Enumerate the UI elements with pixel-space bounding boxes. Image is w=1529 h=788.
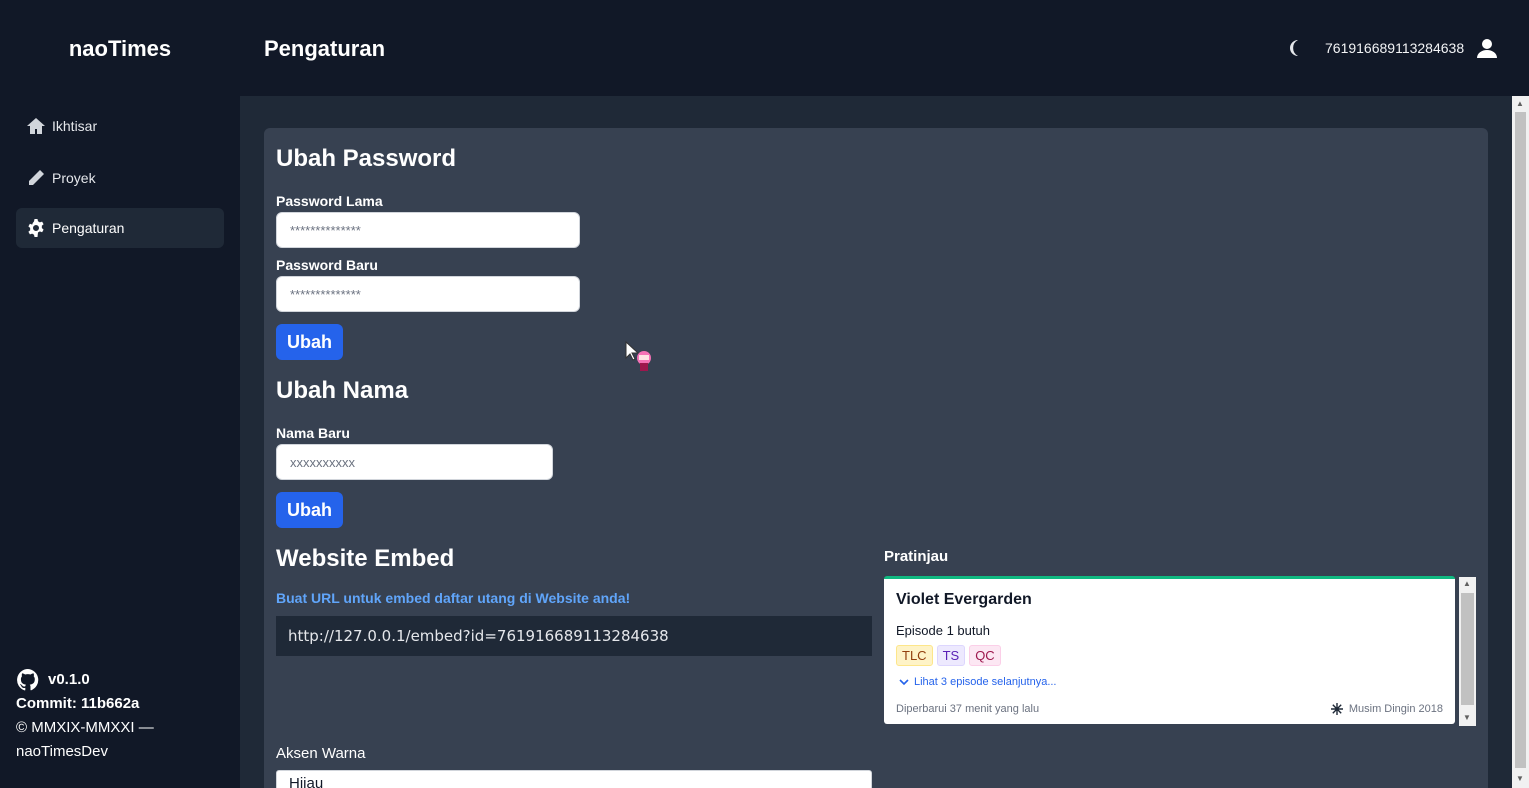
preview-card: Violet Evergarden Episode 1 butuh TLC TS…: [884, 576, 1455, 724]
badge-tlc: TLC: [896, 645, 933, 666]
updated-text: Diperbarui 37 menit yang lalu: [896, 703, 1040, 715]
password-section-title: Ubah Password: [276, 145, 457, 172]
user-icon[interactable]: [1476, 37, 1498, 59]
see-more-text: Lihat 3 episode selanjutnya...: [914, 676, 1057, 688]
pencil-icon: [29, 170, 44, 185]
preview-frame: Violet Evergarden Episode 1 butuh TLC TS…: [884, 576, 1476, 726]
gear-icon: [28, 219, 44, 237]
preview-scroll-thumb[interactable]: [1461, 593, 1474, 705]
sidebar-item-label: Pengaturan: [52, 220, 125, 236]
sidebar-footer: v0.1.0 Commit: 11b662a © MMXIX-MMXXI — n…: [16, 668, 226, 764]
sidebar: Ikhtisar Proyek Pengaturan v0.1.0 Commit…: [0, 96, 240, 788]
page-scrollbar[interactable]: ▲ ▼: [1512, 96, 1529, 788]
user-id: 761916689113284638: [1325, 40, 1465, 56]
page-title: Pengaturan: [264, 36, 386, 61]
scroll-up-icon[interactable]: ▲: [1516, 99, 1524, 108]
snowflake-icon: [1330, 703, 1343, 715]
moon-icon[interactable]: [1286, 38, 1306, 58]
chevron-down-icon: [899, 679, 909, 686]
preview-episode: Episode 1 butuh: [896, 623, 990, 638]
accent-color-label: Aksen Warna: [276, 745, 366, 762]
brand-logo[interactable]: naoTimes: [0, 36, 240, 62]
badge-qc: QC: [969, 645, 1001, 666]
season-info: Musim Dingin 2018: [1330, 703, 1443, 715]
scrollbar-thumb[interactable]: [1515, 112, 1526, 768]
commit-text: Commit: 11b662a: [16, 695, 140, 712]
sidebar-item-pengaturan[interactable]: Pengaturan: [16, 208, 224, 248]
embed-url-field[interactable]: http://127.0.0.1/embed?id=76191668911328…: [276, 616, 872, 656]
old-password-label: Password Lama: [276, 193, 383, 209]
change-name-button[interactable]: Ubah: [276, 492, 343, 528]
name-section-title: Ubah Nama: [276, 377, 409, 404]
new-name-field[interactable]: xxxxxxxxxx: [276, 444, 553, 480]
old-password-field[interactable]: **************: [276, 212, 580, 248]
sidebar-item-label: Ikhtisar: [52, 118, 98, 134]
sidebar-item-ikhtisar[interactable]: Ikhtisar: [16, 106, 224, 146]
top-bar: naoTimes Pengaturan 761916689113284638: [0, 0, 1529, 96]
copyright-text: © MMXIX-MMXXI — naoTimesDev: [16, 719, 154, 760]
new-password-label: Password Baru: [276, 257, 378, 273]
new-password-field[interactable]: **************: [276, 276, 580, 312]
github-icon: [17, 669, 39, 691]
preview-scroll-down-icon[interactable]: ▼: [1463, 713, 1471, 722]
home-icon: [27, 118, 45, 134]
sidebar-item-proyek[interactable]: Proyek: [16, 158, 224, 198]
scroll-down-icon[interactable]: ▼: [1516, 774, 1524, 783]
preview-scroll-up-icon[interactable]: ▲: [1463, 579, 1471, 588]
change-password-button[interactable]: Ubah: [276, 324, 343, 360]
preview-badges: TLC TS QC: [896, 645, 1001, 666]
cursor-icon: [625, 341, 651, 371]
preview-scrollbar[interactable]: ▲ ▼: [1459, 577, 1476, 726]
version-row[interactable]: v0.1.0: [16, 668, 226, 692]
see-more-link[interactable]: Lihat 3 episode selanjutnya...: [898, 676, 1057, 688]
preview-label: Pratinjau: [884, 548, 949, 565]
sidebar-item-label: Proyek: [52, 170, 96, 186]
preview-title: Violet Evergarden: [896, 591, 1032, 608]
accent-color-select[interactable]: Hijau: [276, 770, 872, 788]
badge-ts: TS: [936, 645, 966, 666]
season-text: Musim Dingin 2018: [1348, 703, 1443, 715]
embed-subtitle: Buat URL untuk embed daftar utang di Web…: [276, 590, 631, 606]
embed-section-title: Website Embed: [276, 545, 455, 572]
version-text: v0.1.0: [48, 671, 90, 688]
new-name-label: Nama Baru: [276, 425, 350, 441]
